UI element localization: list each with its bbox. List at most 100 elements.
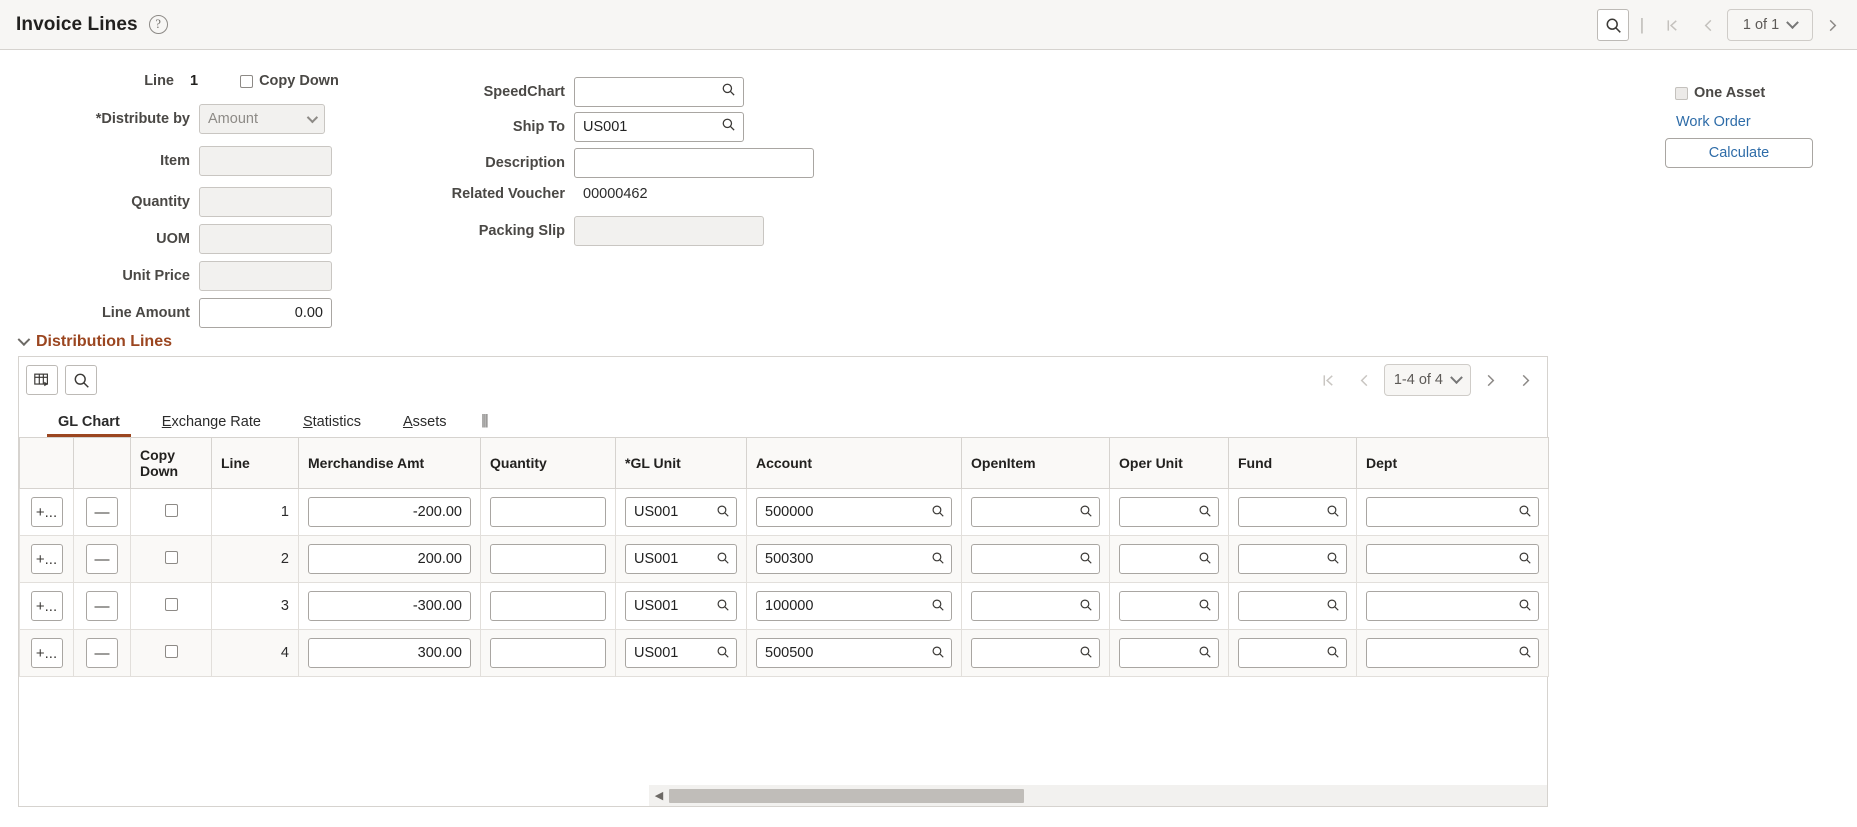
grid-search-button[interactable] <box>65 365 97 395</box>
row-copy-down-checkbox[interactable] <box>164 550 178 564</box>
grid-first-page-button[interactable] <box>1312 363 1346 397</box>
dept-cell <box>1356 582 1549 630</box>
col-gl-unit: *GL Unit <box>615 437 747 489</box>
first-page-button[interactable] <box>1655 8 1689 42</box>
open-item-cell <box>961 488 1110 536</box>
row-copy-down-checkbox[interactable] <box>164 503 178 517</box>
scrollbar-thumb[interactable] <box>669 788 1024 803</box>
dept-field[interactable] <box>1366 544 1539 574</box>
open-item-field[interactable] <box>971 638 1100 668</box>
unit-price-field[interactable] <box>199 261 332 291</box>
oper-unit-field[interactable] <box>1119 544 1219 574</box>
item-field[interactable] <box>199 146 332 176</box>
chevron-right-icon <box>1487 374 1494 386</box>
tab-assets[interactable]: Assets <box>382 414 468 437</box>
dept-field[interactable] <box>1366 638 1539 668</box>
scroll-left-arrow-icon[interactable]: ◀ <box>649 789 669 802</box>
grid-last-page-button[interactable] <box>1509 363 1543 397</box>
oper-unit-field[interactable] <box>1119 591 1219 621</box>
delete-row-button[interactable]: — <box>86 544 118 574</box>
account-field[interactable] <box>756 638 952 668</box>
row-quantity-field[interactable] <box>490 638 606 668</box>
speedchart-field[interactable] <box>574 77 744 107</box>
quantity-field[interactable] <box>199 187 332 217</box>
description-field[interactable] <box>574 148 814 178</box>
fund-field[interactable] <box>1238 591 1347 621</box>
fund-field[interactable] <box>1238 638 1347 668</box>
row-quantity-field[interactable] <box>490 497 606 527</box>
dept-lookup <box>1366 497 1539 527</box>
grid-previous-page-button[interactable] <box>1348 363 1382 397</box>
next-page-button[interactable] <box>1815 8 1849 42</box>
merchandise-amt-field[interactable] <box>308 497 471 527</box>
distribute-by-select[interactable]: Amount <box>199 104 325 134</box>
line-amount-field[interactable] <box>199 298 332 328</box>
add-row-button[interactable]: +... <box>30 544 63 574</box>
account-field[interactable] <box>756 544 952 574</box>
one-asset-checkbox[interactable] <box>1675 86 1688 100</box>
more-tabs-icon[interactable]: ⫼ <box>467 413 498 437</box>
packing-slip-field[interactable] <box>574 216 764 246</box>
speedchart-lookup <box>574 77 744 107</box>
work-order-link[interactable]: Work Order <box>1676 114 1751 130</box>
account-field[interactable] <box>756 497 952 527</box>
search-button[interactable] <box>1597 9 1629 41</box>
distribute-by-row: *Distribute by Amount <box>0 104 325 134</box>
distribution-lines-grid: 1-4 of 4 GL Chart Exchange Rate Statisti… <box>18 356 1549 807</box>
grid-row-selector[interactable]: 1-4 of 4 <box>1383 364 1471 396</box>
merchandise-amt-field[interactable] <box>308 638 471 668</box>
gl-unit-field[interactable] <box>625 591 737 621</box>
ship-to-field[interactable] <box>574 112 744 142</box>
delete-row-cell: — <box>73 488 131 536</box>
description-label: Description <box>485 155 565 171</box>
horizontal-scrollbar[interactable]: ◀ <box>649 785 1547 806</box>
tab-statistics[interactable]: Statistics <box>282 414 382 437</box>
toolbar-divider: | <box>1639 15 1645 34</box>
row-quantity-field[interactable] <box>490 544 606 574</box>
open-item-field[interactable] <box>971 591 1100 621</box>
account-cell <box>746 629 962 677</box>
row-copy-down-checkbox[interactable] <box>164 597 178 611</box>
copy-down-checkbox[interactable] <box>240 74 254 88</box>
tab-gl-chart[interactable]: GL Chart <box>37 414 141 437</box>
search-icon <box>74 373 89 388</box>
invoice-lines-page: Invoice Lines ? | 1 of 1 Line 1 Copy Dow… <box>0 0 1857 827</box>
add-row-button[interactable]: +... <box>30 591 63 621</box>
oper-unit-field[interactable] <box>1119 497 1219 527</box>
delete-row-button[interactable]: — <box>86 591 118 621</box>
delete-row-button[interactable]: — <box>86 497 118 527</box>
tab-exchange-rate[interactable]: Exchange Rate <box>141 414 282 437</box>
grid-personalize-button[interactable] <box>26 365 58 395</box>
grid-next-page-button[interactable] <box>1473 363 1507 397</box>
account-lookup <box>756 544 952 574</box>
previous-page-button[interactable] <box>1691 8 1725 42</box>
row-quantity-field[interactable] <box>490 591 606 621</box>
open-item-field[interactable] <box>971 497 1100 527</box>
gl-unit-field[interactable] <box>625 544 737 574</box>
add-row-button[interactable]: +... <box>30 638 63 668</box>
uom-field[interactable] <box>199 224 332 254</box>
gl-unit-field[interactable] <box>625 497 737 527</box>
open-item-field[interactable] <box>971 544 1100 574</box>
delete-row-button[interactable]: — <box>86 638 118 668</box>
gl-unit-field[interactable] <box>625 638 737 668</box>
item-label: Item <box>160 153 190 169</box>
account-field[interactable] <box>756 591 952 621</box>
fund-field[interactable] <box>1238 497 1347 527</box>
fund-lookup <box>1238 638 1347 668</box>
question-mark-icon[interactable]: ? <box>148 15 168 34</box>
merchandise-amt-field[interactable] <box>308 544 471 574</box>
merchandise-amt-field[interactable] <box>308 591 471 621</box>
fund-field[interactable] <box>1238 544 1347 574</box>
distribution-lines-toggle[interactable]: Distribution Lines <box>17 332 172 351</box>
calculate-button[interactable]: Calculate <box>1665 138 1813 168</box>
add-row-button[interactable]: +... <box>30 497 63 527</box>
oper-unit-field[interactable] <box>1119 638 1219 668</box>
account-cell <box>746 535 962 583</box>
row-copy-down-checkbox[interactable] <box>164 644 178 658</box>
chevron-right-icon <box>1829 19 1836 31</box>
chevron-down-icon <box>17 332 31 346</box>
dept-field[interactable] <box>1366 497 1539 527</box>
page-selector[interactable]: 1 of 1 <box>1727 9 1813 41</box>
dept-field[interactable] <box>1366 591 1539 621</box>
